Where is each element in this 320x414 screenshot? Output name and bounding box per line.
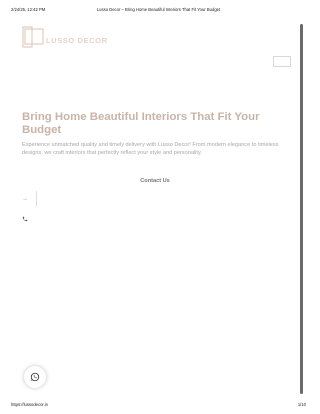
vertical-divider [36,191,37,206]
print-datetime: 2/24/25, 12:42 PM [11,7,46,12]
hero-description: Experience unmatched quality and timely … [22,142,279,156]
print-header: 2/24/25, 12:42 PM Lusso Decor – Bring Ho… [11,7,306,12]
hero-title: Bring Home Beautiful Interiors That Fit … [22,111,260,136]
print-page-number: 1/10 [297,402,306,407]
whatsapp-icon [30,372,40,382]
arrow-row: → [22,191,37,206]
scrollbar-thumb[interactable] [300,24,303,394]
logo-mark-icon [22,26,44,48]
phone-icon[interactable] [22,209,28,227]
print-url[interactable]: https://lussodecor.in [11,402,48,407]
site-logo[interactable]: LUSSO DECOR [22,26,108,48]
print-footer: https://lussodecor.in 1/10 [11,402,306,407]
scrollbar[interactable] [299,20,304,398]
logo-text: LUSSO DECOR [46,35,108,45]
page: 2/24/25, 12:42 PM Lusso Decor – Bring Ho… [0,0,320,414]
whatsapp-button[interactable] [24,366,46,388]
arrow-right-icon[interactable]: → [22,196,28,202]
print-doc-title: Lusso Decor – Bring Home Beautiful Inter… [96,7,221,12]
menu-toggle-button[interactable] [273,56,291,67]
contact-us-link[interactable]: Contact Us [0,178,310,184]
